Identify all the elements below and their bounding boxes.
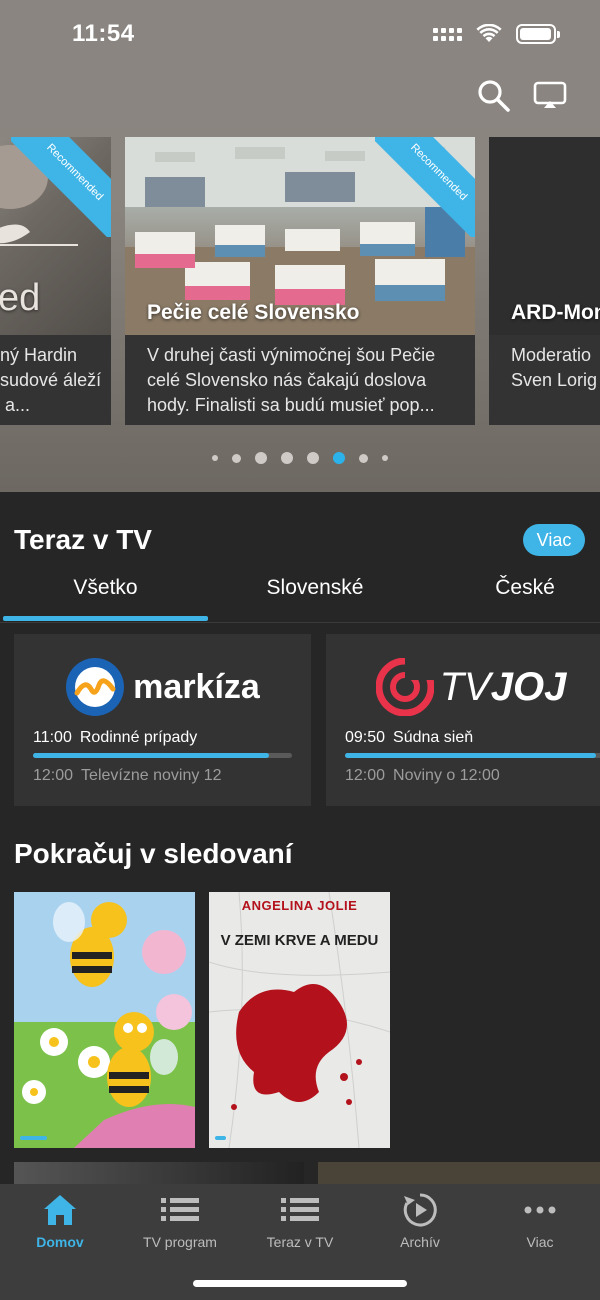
- active-tab-indicator: [3, 616, 208, 621]
- pagination-dot[interactable]: [382, 455, 388, 461]
- more-button[interactable]: Viac: [523, 524, 585, 556]
- carousel-card[interactable]: ed nný Hardin osudové áleží a a... Recom…: [0, 137, 111, 425]
- pagination-dot[interactable]: [333, 452, 345, 464]
- card-title: ARD-Mon: [511, 301, 600, 324]
- pagination-dot[interactable]: [212, 455, 218, 461]
- next-row-item[interactable]: [14, 1162, 304, 1186]
- show-progress-bar: [345, 753, 600, 758]
- cast-icon[interactable]: [532, 78, 568, 114]
- carousel-card[interactable]: ARD-Mon Moderatio Sven Lorig: [489, 137, 600, 425]
- markiza-logo-text: markíza: [133, 667, 260, 706]
- recommended-ribbon: Recommended: [375, 137, 475, 237]
- pagination-dot[interactable]: [255, 452, 267, 464]
- tabbar-item-tv-program[interactable]: TV program: [120, 1192, 240, 1252]
- continue-poster-movie[interactable]: ANGELINA JOLIE V ZEMI KRVE A MEDU: [209, 892, 390, 1148]
- tabbar-item-more[interactable]: Viac: [480, 1192, 600, 1252]
- home-icon: [44, 1195, 76, 1225]
- channel-card-markiza[interactable]: markíza 11:00 Rodinné prípady 12:00 Televí…: [14, 634, 311, 806]
- next-show: 12:00 Televízne noviny 12: [33, 767, 222, 784]
- card-description: V druhej časti výnimočnej šou Pečie celé…: [147, 345, 436, 415]
- recommended-carousel[interactable]: ed nný Hardin osudové áleží a a... Recom…: [0, 137, 600, 427]
- wifi-icon: [476, 24, 502, 42]
- joj-logo-tv: TV: [439, 664, 491, 709]
- tab-czech[interactable]: České: [450, 576, 600, 600]
- continue-watching-title: Pokračuj v sledovaní: [14, 838, 293, 869]
- pagination-dot[interactable]: [281, 452, 293, 464]
- movie-artwork: [209, 892, 390, 1148]
- bees-artwork: [14, 892, 195, 1148]
- home-indicator: [193, 1280, 407, 1287]
- joj-logo-icon: [375, 658, 434, 716]
- poster-headline: ANGELINA JOLIE: [241, 898, 358, 913]
- top-actions: [476, 78, 568, 114]
- joj-logo: TV JOJ: [326, 654, 600, 720]
- tabbar-item-home[interactable]: Domov: [0, 1192, 120, 1252]
- list-icon: [281, 1198, 319, 1221]
- markiza-logo: markíza: [14, 654, 311, 720]
- status-icons: [433, 24, 560, 44]
- channel-card-joj[interactable]: TV JOJ 09:50 Súdna sieň 12:00 Noviny o 12:…: [326, 634, 600, 806]
- pagination-dot[interactable]: [232, 453, 241, 463]
- markiza-logo-icon: [66, 658, 125, 716]
- poster-title: V ZEMI KRVE A MEDU: [220, 932, 379, 949]
- tabbar-item-archive[interactable]: Archív: [360, 1192, 480, 1252]
- show-progress-bar: [33, 753, 292, 758]
- divider: [0, 622, 600, 623]
- card-title: ed: [0, 277, 41, 319]
- search-icon[interactable]: [476, 78, 512, 114]
- more-dots-icon: [524, 1206, 556, 1214]
- cellular-signal-icon: [433, 27, 462, 41]
- carousel-card[interactable]: Pečie celé Slovensko V druhej časti výni…: [125, 137, 475, 425]
- joj-logo-joj: JOJ: [490, 664, 567, 709]
- replay-icon: [403, 1193, 437, 1227]
- next-show: 12:00 Noviny o 12:00: [345, 767, 500, 784]
- tab-all[interactable]: Všetko: [3, 576, 208, 600]
- status-time: 11:54: [72, 20, 135, 47]
- continue-poster-bees[interactable]: [14, 892, 195, 1148]
- status-bar: 11:54: [0, 0, 600, 70]
- tabbar-item-now-on-tv[interactable]: Teraz v TV: [240, 1192, 360, 1252]
- next-row-item[interactable]: [318, 1162, 600, 1186]
- current-show: 11:00 Rodinné prípady: [33, 729, 198, 746]
- hero-area: 11:54 ed ný Hardin sudové áleží a... Rec…: [0, 0, 600, 492]
- list-icon: [161, 1198, 199, 1221]
- current-show: 09:50 Súdna sieň: [345, 729, 474, 746]
- channel-filter-tabs: Všetko Slovenské České: [0, 570, 600, 622]
- card-description: Moderatio Sven Lorig: [511, 345, 598, 390]
- pagination-dot[interactable]: [359, 453, 368, 463]
- battery-icon: [516, 24, 560, 44]
- watch-progress-bar: [215, 1136, 226, 1140]
- pagination-dot[interactable]: [307, 452, 319, 464]
- recommended-ribbon: Recommended: [11, 137, 111, 237]
- watch-progress-bar: [20, 1136, 48, 1140]
- tab-slovak[interactable]: Slovenské: [215, 576, 415, 600]
- now-on-tv-title: Teraz v TV: [14, 524, 152, 555]
- card-description: nný Hardin osudové áleží a a...: [0, 345, 102, 415]
- card-title: Pečie celé Slovensko: [147, 301, 360, 324]
- carousel-pagination[interactable]: [0, 450, 600, 466]
